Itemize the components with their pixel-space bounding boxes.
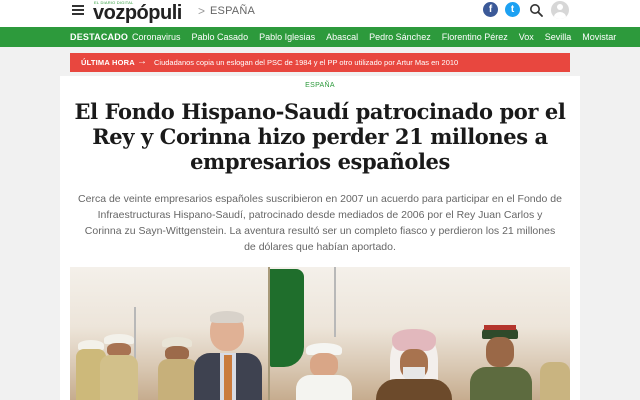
nav-item-pedro-sanchez[interactable]: Pedro Sánchez [369, 27, 431, 47]
menu-icon[interactable] [72, 5, 84, 15]
nav-featured-label: DESTACADO [70, 32, 129, 42]
topic-nav: DESTACADO Coronavirus Pablo Casado Pablo… [0, 27, 640, 47]
nav-item-abascal[interactable]: Abascal [326, 27, 358, 47]
user-icon[interactable] [551, 1, 569, 19]
article-lead: Cerca de veinte empresarios españoles su… [78, 193, 562, 253]
twitter-icon[interactable]: t [505, 2, 520, 17]
nav-item-coronavirus[interactable]: Coronavirus [132, 27, 181, 47]
logo-text: vozpópuli [93, 2, 182, 24]
nav-item-pablo-iglesias[interactable]: Pablo Iglesias [259, 27, 315, 47]
nav-item-florentino-perez[interactable]: Florentino Pérez [442, 27, 508, 47]
article-headline: El Fondo Hispano-Saudí patrocinado por e… [74, 99, 566, 174]
nav-item-vox[interactable]: Vox [519, 27, 534, 47]
search-icon[interactable] [529, 3, 543, 17]
breadcrumb-separator: > [198, 4, 206, 18]
breaking-news-headline[interactable]: Ciudadanos copia un eslogan del PSC de 1… [154, 58, 458, 67]
breadcrumb-section[interactable]: ESPAÑA [210, 5, 255, 17]
arrow-right-icon: → [137, 56, 147, 67]
facebook-icon[interactable]: f [483, 2, 498, 17]
article-photo [70, 267, 570, 400]
nav-items: Coronavirus Pablo Casado Pablo Iglesias … [132, 27, 627, 47]
nav-item-pablo-casado[interactable]: Pablo Casado [192, 27, 249, 47]
breaking-news-bar[interactable]: ÚLTIMA HORA → Ciudadanos copia un esloga… [70, 53, 570, 72]
article-section-tag[interactable]: ESPAÑA [60, 82, 580, 89]
article: ESPAÑA El Fondo Hispano-Saudí patrocinad… [60, 76, 580, 400]
nav-item-movistar[interactable]: Movistar [582, 27, 616, 47]
breaking-news-label: ÚLTIMA HORA [81, 58, 135, 67]
site-header: EL DIARIO DIGITAL vozpópuli > ESPAÑA f t [0, 0, 640, 27]
nav-item-sevilla[interactable]: Sevilla [545, 27, 572, 47]
